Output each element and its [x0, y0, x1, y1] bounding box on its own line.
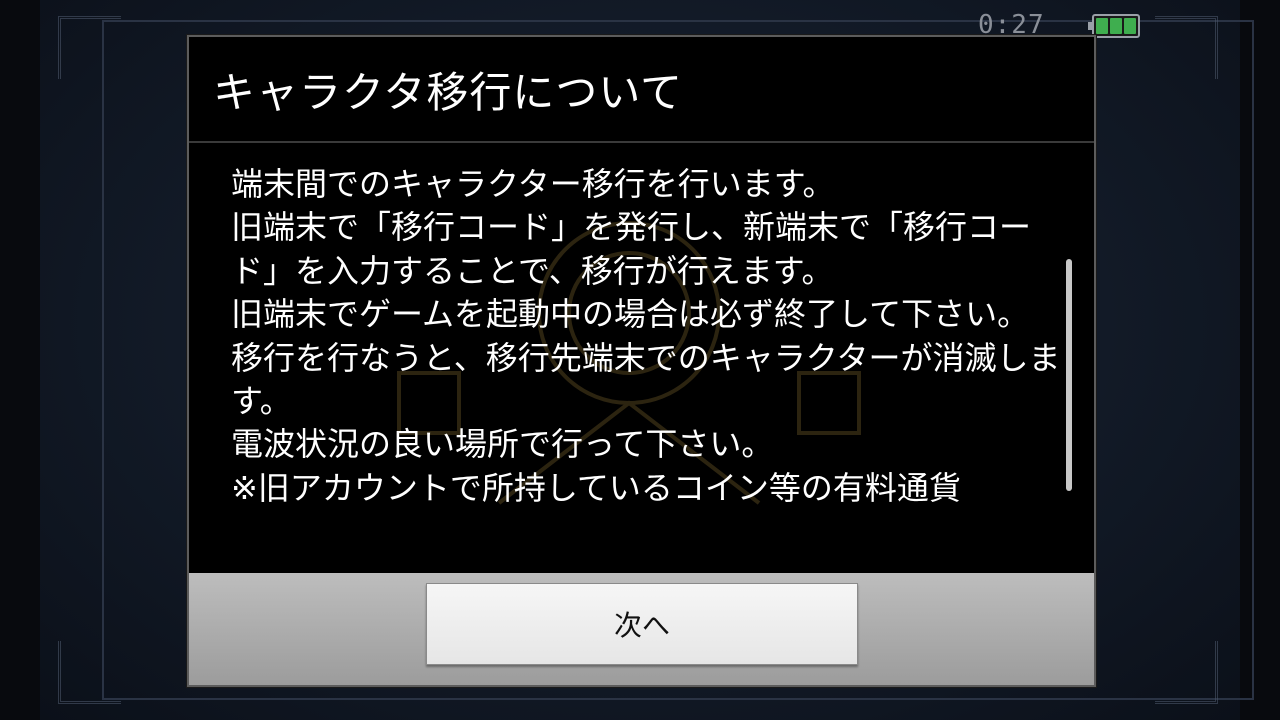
battery-cell	[1096, 18, 1108, 34]
message-line: 移行を行なうと、移行先端末でのキャラクターが消滅します。	[231, 338, 1061, 421]
battery-cell	[1110, 18, 1122, 34]
battery-full-icon	[1088, 14, 1140, 38]
dialog-title: キャラクタ移行について	[213, 67, 684, 117]
scrollbar-thumb[interactable]	[1066, 259, 1072, 491]
character-transfer-dialog: キャラクタ移行について 端末間でのキャラクター移行を行います。 旧端末で「移行コ…	[187, 35, 1096, 687]
frame-corner-ornament	[58, 16, 121, 79]
message-line: 電波状況の良い場所で行って下さい。	[231, 425, 774, 464]
message-line: ※旧アカウントで所持しているコイン等の有料通貨	[231, 468, 961, 507]
frame-corner-ornament	[58, 641, 121, 704]
dialog-footer: 次へ	[189, 573, 1094, 685]
dialog-body[interactable]: 端末間でのキャラクター移行を行います。 旧端末で「移行コード」を発行し、新端末で…	[189, 143, 1094, 575]
frame-corner-ornament	[1155, 641, 1218, 704]
dialog-message: 端末間でのキャラクター移行を行います。 旧端末で「移行コード」を発行し、新端末で…	[231, 163, 1071, 510]
screen: 0:27 キャラクタ移行について 端末間でのキャラクター移行を行います。 旧端末…	[0, 0, 1280, 720]
message-line: 端末間でのキャラクター移行を行います。	[231, 165, 835, 203]
message-line: 旧端末で「移行コード」を発行し、新端末で「移行コード」を入力することで、移行が行…	[231, 208, 1032, 290]
battery-cell	[1124, 18, 1136, 34]
frame-corner-ornament	[1155, 16, 1218, 79]
next-button[interactable]: 次へ	[426, 583, 858, 665]
message-line: 旧端末でゲームを起動中の場合は必ず終了して下さい。	[231, 295, 1030, 334]
